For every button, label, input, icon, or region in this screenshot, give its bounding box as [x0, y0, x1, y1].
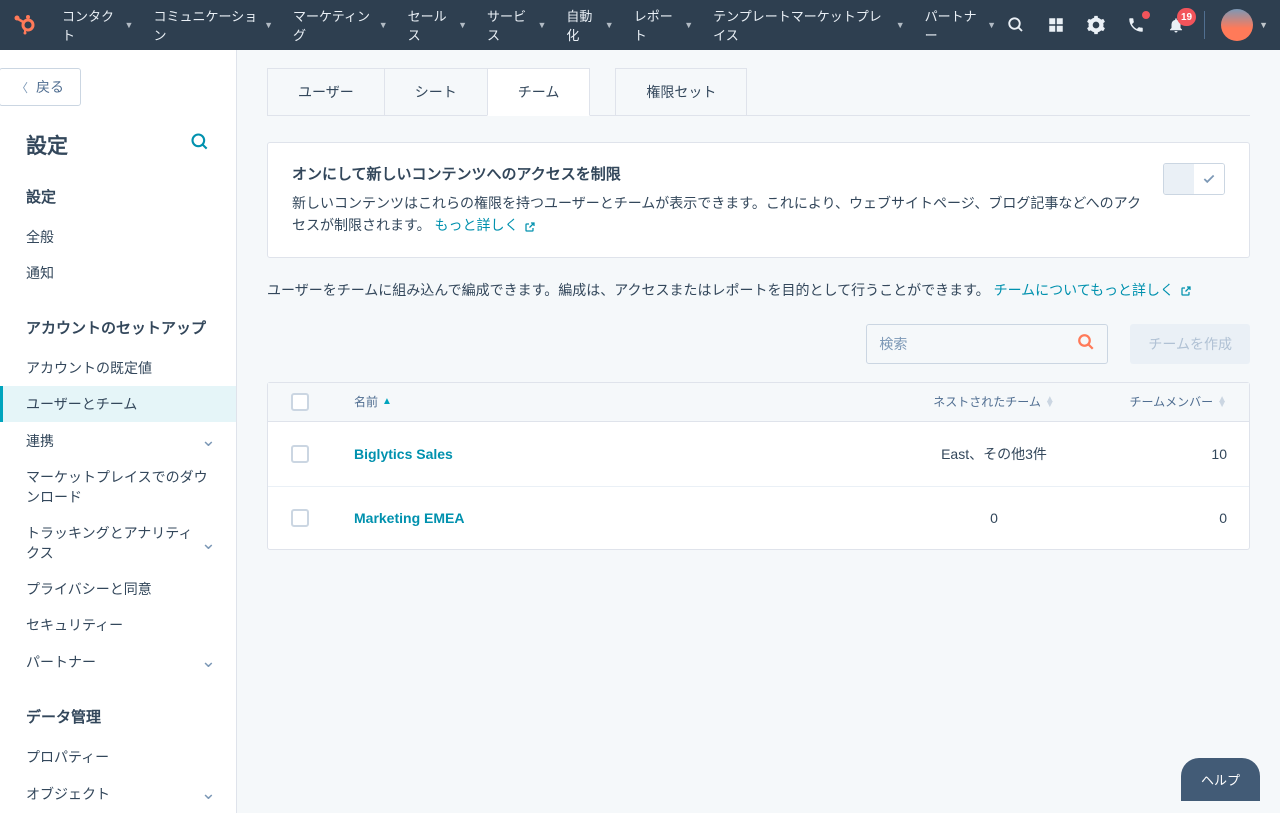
page-title: 設定: [0, 106, 236, 168]
tab[interactable]: 権限セット: [615, 68, 747, 115]
sidebar-item[interactable]: アカウントの既定値: [0, 350, 236, 386]
tab[interactable]: チーム: [487, 68, 591, 116]
nested-teams-value: East、その他3件: [889, 444, 1099, 464]
sidebar-section-heading: データ管理: [0, 706, 236, 739]
sidebar-item[interactable]: 通知: [0, 255, 236, 291]
nested-teams-value: 0: [889, 510, 1099, 526]
marketplace-icon[interactable]: [1044, 13, 1068, 37]
chevron-down-icon: ▼: [379, 20, 388, 30]
sidebar-section-heading: 設定: [0, 186, 236, 219]
column-header-members[interactable]: チームメンバー▲▼: [1099, 393, 1249, 410]
chevron-down-icon: ⌄: [201, 430, 216, 451]
team-search[interactable]: [866, 324, 1108, 364]
settings-icon[interactable]: [1084, 13, 1108, 37]
create-team-button[interactable]: チームを作成: [1130, 324, 1250, 364]
learn-more-link[interactable]: もっと詳しく: [435, 217, 537, 233]
notice-title: オンにして新しいコンテンツへのアクセスを制限: [292, 163, 1143, 184]
sort-ascending-icon: ▲: [382, 396, 392, 407]
sidebar-item[interactable]: トラッキングとアナリティクス⌄: [0, 515, 236, 571]
chevron-down-icon: ▼: [125, 20, 134, 30]
notice-description: 新しいコンテンツはこれらの権限を持つユーザーとチームが表示できます。これにより、…: [292, 192, 1143, 237]
chevron-down-icon: ⌄: [201, 783, 216, 804]
nav-item[interactable]: サービス▼: [479, 0, 554, 50]
tab[interactable]: シート: [384, 68, 488, 115]
search-icon[interactable]: [1004, 13, 1028, 37]
sidebar-item[interactable]: ユーザーとチーム: [0, 386, 236, 422]
hubspot-logo[interactable]: [12, 10, 42, 40]
search-icon[interactable]: [1077, 333, 1095, 354]
row-checkbox[interactable]: [291, 445, 309, 463]
settings-sidebar: 〈 戻る 設定 設定全般通知アカウントのセットアップアカウントの既定値ユーザーと…: [0, 50, 237, 813]
sort-icon: ▲▼: [1217, 397, 1227, 407]
nav-item[interactable]: コンタクト▼: [54, 0, 141, 50]
avatar: [1221, 9, 1253, 41]
nav-item[interactable]: コミュニケーション▼: [145, 0, 281, 50]
search-input[interactable]: [879, 326, 1077, 362]
teams-learn-more-link[interactable]: チームについてもっと詳しく: [994, 282, 1192, 298]
nav-item[interactable]: 自動化▼: [558, 0, 621, 50]
chevron-down-icon: ▼: [537, 20, 546, 30]
chevron-down-icon: ▼: [264, 20, 273, 30]
chevron-down-icon: ⌄: [201, 651, 216, 672]
sidebar-section-heading: アカウントのセットアップ: [0, 317, 236, 350]
sidebar-item[interactable]: プライバシーと同意: [0, 571, 236, 607]
sort-icon: ▲▼: [1045, 397, 1055, 407]
sidebar-search-icon[interactable]: [190, 132, 210, 158]
chevron-down-icon: ▼: [896, 20, 905, 30]
team-members-value: 10: [1099, 446, 1249, 462]
access-toggle[interactable]: [1163, 163, 1225, 195]
sidebar-item[interactable]: プロパティー: [0, 739, 236, 775]
table-row: Marketing EMEA 0 0: [268, 487, 1249, 549]
team-name-link[interactable]: Marketing EMEA: [332, 510, 889, 526]
sidebar-item[interactable]: 連携⌄: [0, 422, 236, 459]
teams-table: 名前▲ ネストされたチーム▲▼ チームメンバー▲▼ Biglytics Sale…: [267, 382, 1250, 550]
select-all-checkbox[interactable]: [291, 393, 309, 411]
back-button[interactable]: 〈 戻る: [0, 68, 81, 106]
nav-item[interactable]: セールス▼: [400, 0, 475, 50]
top-navigation: コンタクト▼コミュニケーション▼マーケティング▼セールス▼サービス▼自動化▼レポ…: [0, 0, 1280, 50]
nav-item[interactable]: テンプレートマーケットプレイス▼: [705, 0, 913, 50]
chevron-down-icon: ▼: [458, 20, 467, 30]
sidebar-item[interactable]: 全般: [0, 219, 236, 255]
sidebar-item[interactable]: オブジェクト⌄: [0, 775, 236, 812]
column-header-name[interactable]: 名前▲: [332, 393, 889, 410]
tabs: ユーザーシートチーム権限セット: [267, 68, 1250, 116]
notification-bell-icon[interactable]: 19: [1164, 13, 1188, 37]
main-content: ユーザーシートチーム権限セット オンにして新しいコンテンツへのアクセスを制限 新…: [237, 50, 1280, 813]
sidebar-item[interactable]: マーケットプレイスでのダウンロード: [0, 459, 236, 515]
toggle-off-button[interactable]: [1164, 164, 1194, 194]
chevron-down-icon: ▼: [684, 20, 693, 30]
table-row: Biglytics Sales East、その他3件 10: [268, 422, 1249, 487]
chevron-down-icon: ▼: [1259, 20, 1268, 30]
account-menu[interactable]: ▼: [1221, 9, 1268, 41]
notification-count: 19: [1177, 8, 1196, 26]
chevron-down-icon: ⌄: [201, 533, 216, 554]
chevron-down-icon: ▼: [605, 20, 614, 30]
nav-item[interactable]: マーケティング▼: [285, 0, 396, 50]
sidebar-item[interactable]: セキュリティー: [0, 607, 236, 643]
phone-icon[interactable]: [1124, 13, 1148, 37]
chevron-down-icon: ▼: [987, 20, 996, 30]
column-header-nested[interactable]: ネストされたチーム▲▼: [889, 393, 1099, 410]
nav-item[interactable]: パートナー▼: [917, 0, 1004, 50]
teams-description: ユーザーをチームに組み込んで編成できます。編成は、アクセスまたはレポートを目的と…: [267, 280, 1250, 300]
team-members-value: 0: [1099, 510, 1249, 526]
team-name-link[interactable]: Biglytics Sales: [332, 446, 889, 462]
toggle-on-button[interactable]: [1194, 164, 1224, 194]
sidebar-item[interactable]: パートナー⌄: [0, 643, 236, 680]
row-checkbox[interactable]: [291, 509, 309, 527]
tab[interactable]: ユーザー: [267, 68, 385, 115]
chevron-left-icon: 〈: [16, 79, 28, 96]
nav-item[interactable]: レポート▼: [626, 0, 701, 50]
help-button[interactable]: ヘルプ: [1181, 758, 1260, 801]
divider: [1204, 11, 1205, 39]
access-restriction-notice: オンにして新しいコンテンツへのアクセスを制限 新しいコンテンツはこれらの権限を持…: [267, 142, 1250, 258]
